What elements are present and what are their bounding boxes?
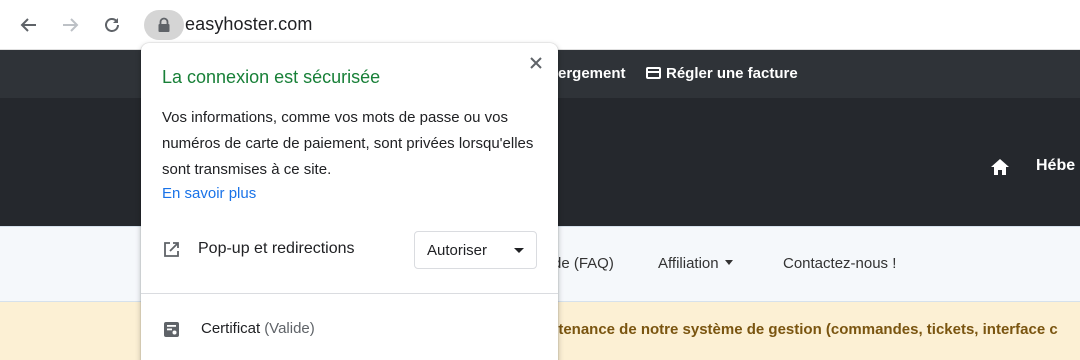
reload-button[interactable]	[97, 10, 127, 40]
url-text[interactable]: easyhoster.com	[185, 14, 312, 35]
site-info-popover: La connexion est sécurisée Vos informati…	[141, 43, 558, 360]
connection-secure-title: La connexion est sécurisée	[162, 67, 381, 87]
sub-nav-contact[interactable]: Contactez-nous !	[783, 255, 896, 272]
certificate-status: (Valide)	[264, 320, 315, 337]
connection-description: Vos informations, comme vos mots de pass…	[162, 109, 534, 178]
nav-hosting-link[interactable]: ergement	[558, 65, 626, 82]
back-button[interactable]	[14, 10, 44, 40]
nav-pay-invoice-label: Régler une facture	[666, 65, 798, 82]
dropdown-arrow-icon	[514, 248, 524, 253]
certificate-label: Certificat	[201, 320, 261, 337]
sub-nav-affiliation[interactable]: Affiliation	[658, 255, 733, 272]
home-link[interactable]	[990, 158, 1010, 181]
forward-button[interactable]	[55, 10, 85, 40]
close-icon	[530, 57, 542, 69]
arrow-right-icon	[63, 18, 79, 32]
nav-pay-invoice-link[interactable]: Régler une facture	[646, 65, 798, 82]
learn-more-link[interactable]: En savoir plus	[162, 185, 256, 202]
certificate-icon	[163, 321, 180, 343]
close-button[interactable]	[526, 53, 546, 73]
credit-card-icon	[646, 67, 661, 79]
open-in-new-icon	[163, 241, 180, 263]
arrow-left-icon	[20, 18, 36, 32]
popups-permission-value: Autoriser	[427, 242, 488, 259]
popups-permission-select[interactable]: Autoriser	[414, 231, 537, 269]
lock-icon	[158, 17, 170, 32]
reload-icon	[105, 18, 119, 32]
address-bar[interactable]: easyhoster.com	[140, 7, 1080, 43]
notice-text: intenance de notre système de gestion (c…	[545, 321, 1058, 338]
sub-nav-faq[interactable]: de (FAQ)	[553, 255, 614, 272]
sub-nav-affiliation-label: Affiliation	[658, 255, 719, 272]
chevron-down-icon	[724, 260, 733, 265]
divider	[141, 293, 558, 294]
certificate-item[interactable]: Certificat (Valide)	[201, 320, 315, 337]
site-info-button[interactable]	[144, 10, 184, 40]
main-nav-hosting[interactable]: Hébe	[1036, 157, 1075, 175]
popups-permission-label: Pop-up et redirections	[198, 240, 355, 257]
home-icon	[991, 159, 1009, 175]
